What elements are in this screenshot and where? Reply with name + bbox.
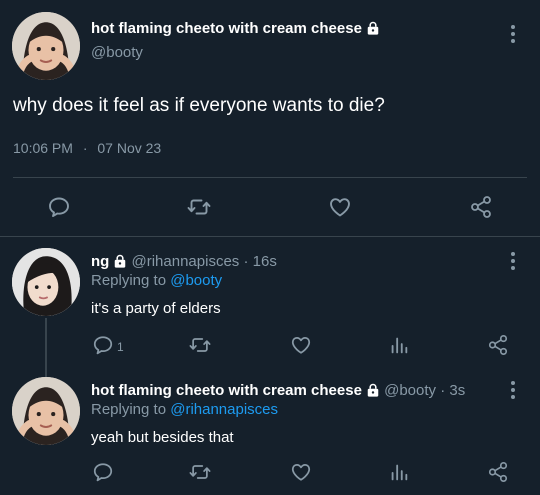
timestamp: 10:06 PM · 07 Nov 23 bbox=[13, 140, 161, 156]
reply-header: hot flaming cheeto with cream cheese @bo… bbox=[91, 382, 465, 401]
analytics-icon[interactable] bbox=[388, 461, 410, 483]
lock-icon bbox=[366, 383, 380, 401]
reply-header: ng @rihannapisces · 16s bbox=[91, 253, 277, 272]
handle[interactable]: @booty bbox=[91, 44, 143, 61]
display-name[interactable]: ng bbox=[91, 253, 109, 270]
reply-icon[interactable] bbox=[92, 461, 114, 483]
more-icon[interactable] bbox=[511, 25, 515, 46]
tweet-time: 10:06 PM bbox=[13, 140, 73, 156]
thread-line bbox=[45, 318, 47, 378]
more-icon[interactable] bbox=[511, 381, 515, 402]
share-icon[interactable] bbox=[487, 461, 509, 483]
separator-dot: · bbox=[82, 140, 88, 156]
like-icon[interactable] bbox=[328, 195, 352, 219]
reply-icon[interactable] bbox=[47, 195, 71, 219]
avatar-image bbox=[12, 377, 80, 445]
replying-to-link[interactable]: @rihannapisces bbox=[170, 401, 278, 418]
reply-text: yeah but besides that bbox=[91, 429, 234, 446]
avatar[interactable] bbox=[12, 377, 80, 445]
replying-to-link[interactable]: @booty bbox=[170, 272, 222, 289]
handle[interactable]: @rihannapisces bbox=[132, 253, 240, 270]
avatar-image bbox=[12, 248, 80, 316]
share-icon[interactable] bbox=[487, 334, 509, 356]
like-icon[interactable] bbox=[290, 334, 312, 356]
reply-age: 16s bbox=[252, 253, 277, 270]
reply-count: 1 bbox=[117, 340, 124, 354]
like-icon[interactable] bbox=[290, 461, 312, 483]
separator-dot: · bbox=[243, 253, 249, 270]
separator-dot: · bbox=[440, 382, 446, 399]
reply-age: 3s bbox=[449, 382, 466, 399]
display-name[interactable]: hot flaming cheeto with cream cheese bbox=[91, 20, 380, 39]
retweet-icon[interactable] bbox=[189, 461, 211, 483]
lock-icon bbox=[113, 254, 127, 272]
avatar[interactable] bbox=[12, 248, 80, 316]
retweet-icon[interactable] bbox=[189, 334, 211, 356]
lock-icon bbox=[366, 21, 380, 39]
avatar-image bbox=[12, 12, 80, 80]
reply-icon[interactable] bbox=[92, 334, 114, 356]
display-name-text: hot flaming cheeto with cream cheese bbox=[91, 20, 362, 37]
analytics-icon[interactable] bbox=[388, 334, 410, 356]
share-icon[interactable] bbox=[469, 195, 493, 219]
more-icon[interactable] bbox=[511, 252, 515, 273]
avatar[interactable] bbox=[12, 12, 80, 80]
reply-text: it's a party of elders bbox=[91, 300, 221, 317]
replying-to: Replying to @rihannapisces bbox=[91, 401, 278, 418]
replying-label: Replying to bbox=[91, 272, 167, 289]
divider bbox=[0, 236, 540, 237]
retweet-icon[interactable] bbox=[187, 195, 211, 219]
tweet-text: why does it feel as if everyone wants to… bbox=[13, 95, 385, 116]
replying-label: Replying to bbox=[91, 401, 167, 418]
tweet-date: 07 Nov 23 bbox=[97, 140, 162, 156]
replying-to: Replying to @booty bbox=[91, 272, 222, 289]
handle[interactable]: @booty bbox=[384, 382, 436, 399]
display-name[interactable]: hot flaming cheeto with cream cheese bbox=[91, 382, 362, 399]
divider bbox=[13, 177, 527, 178]
